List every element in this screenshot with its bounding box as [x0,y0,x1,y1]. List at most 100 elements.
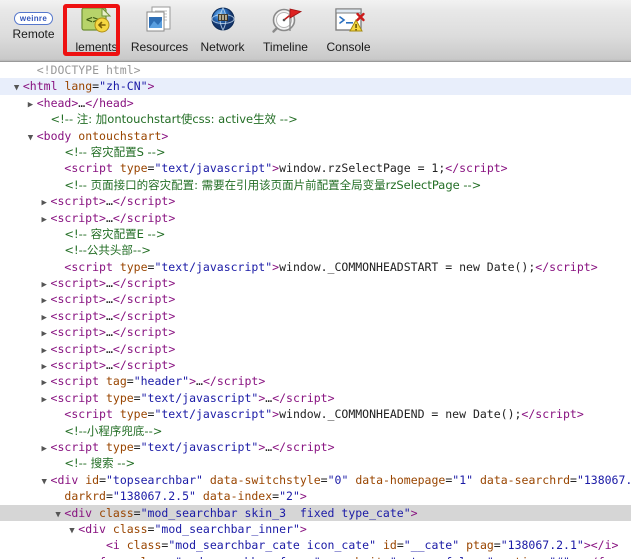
toolbar-item-remote[interactable]: weinre Remote [2,0,65,60]
dom-tree-row[interactable]: ▶ <script>…</script> [0,308,631,324]
dom-tree-row[interactable]: <!-- 注: 加ontouchstart使css: active生效 --> [0,111,631,127]
expand-triangle-right-icon[interactable]: ▶ [42,212,51,226]
code-token-tag: script [71,407,113,422]
dom-tree-row[interactable]: ▶ <script>…</script> [0,291,631,307]
toolbar-label-resources: Resources [130,40,189,54]
dom-tree-row[interactable]: <!-- 搜索 --> [0,455,631,471]
code-token-txt: = [320,472,328,487]
dom-tree-row[interactable]: <!-- 页面接口的容灾配置: 需要在引用该页面片前配置全局变量rzSelect… [0,177,631,193]
dom-tree-row[interactable]: ▶ <script>…</script> [0,210,631,226]
toolbar-item-resources[interactable]: Resources [128,0,191,60]
code-token-tag: div [71,505,93,520]
code-token-val: "return false;" [390,555,494,559]
dom-tree-row[interactable]: <script type="text/javascript">window.rz… [0,160,631,176]
expand-triangle-right-icon[interactable]: ▶ [42,375,51,389]
code-token-val: "138067.2.1" [500,538,584,553]
code-token-tag: script [57,292,100,307]
expand-triangle-right-icon[interactable]: ▶ [42,441,51,455]
dom-tree-row[interactable]: ▼ <div id="topsearchbar" data-switchstyle… [0,472,631,488]
code-token-txt: … [105,210,113,225]
code-token-punct: < [92,555,99,559]
dom-tree-row[interactable]: ▶<form class="mod_searchbar_form " onsub… [0,554,631,559]
dom-tree-row[interactable]: ▼ <html lang="zh-CN"> [0,78,631,95]
dom-tree-panel[interactable]: <!DOCTYPE html> ▼ <html lang="zh-CN"> ▶ <h… [0,62,631,559]
dom-tree-row[interactable]: ▶ <script>…</script> [0,357,631,373]
dom-tree-row[interactable]: ▼ <div class="mod_searchbar_inner"> [0,521,631,537]
expand-triangle-right-icon[interactable]: ▶ [28,97,37,111]
dom-tree-row[interactable]: ▶ <head>…</head> [0,95,631,111]
code-token-tag: head [99,95,127,110]
code-token-txt: = [383,555,390,559]
dom-tree-row[interactable]: ▼ <div class="mod_searchbar skin_3 fixed … [0,504,631,521]
code-token-tag: script [459,161,501,176]
code-token-attr: class [99,505,134,520]
code-token-txt: … [105,276,113,291]
dom-tree-row[interactable]: ▶ <script>…</script> [0,324,631,340]
expand-triangle-right-icon[interactable]: ▶ [42,326,51,340]
code-token-txt: = [126,374,134,389]
dom-tree-row[interactable]: <i class="mod_searchbar_cate icon_cate" … [0,537,631,553]
dom-tree-row[interactable]: ▼ <body ontouchstart> [0,128,631,144]
expand-triangle-down-icon[interactable]: ▼ [28,130,37,144]
dom-tree-row[interactable]: <!--小程序兜底--> [0,423,631,439]
expand-triangle-right-icon[interactable]: ▶ [42,392,51,406]
dom-tree-row[interactable]: <!DOCTYPE html> [0,62,631,78]
code-token-tag: script [57,325,100,340]
dom-tree-row[interactable]: darkrd="138067.2.5" data-index="2"> [0,488,631,504]
dom-tree-row[interactable]: ▶ <script type="text/javascript">…</scrip… [0,390,631,406]
code-token-punct: </ [112,292,127,307]
code-token-punct: < [36,95,44,110]
code-token-tag: script [71,259,113,274]
row-indent [0,358,42,372]
code-token-txt: … [105,194,113,209]
expand-triangle-right-icon[interactable]: ▶ [42,310,51,324]
expand-triangle-right-icon[interactable]: ▶ [42,277,51,291]
network-globe-icon [206,4,240,38]
code-token-punct: > [258,374,266,389]
code-token-tag: html [29,79,58,94]
weinre-badge-icon: weinre [13,12,54,25]
expand-triangle-right-icon[interactable]: ▶ [42,343,51,357]
code-token-txt: … [577,555,584,559]
code-token-punct: > [500,161,508,176]
row-indent [0,391,42,405]
toolbar-item-console[interactable]: Console [317,0,380,60]
code-token-attr: data-index [202,489,273,504]
dom-tree-row[interactable]: <!--公共头部--> [0,242,631,258]
row-indent [0,260,55,274]
dom-tree-row[interactable]: <!-- 容灾配置S --> [0,144,631,160]
expand-triangle-down-icon[interactable]: ▼ [42,474,51,488]
row-indent [0,129,28,143]
expand-triangle-right-icon[interactable]: ▶ [42,359,51,373]
code-token-val: "2" [279,489,300,504]
dom-tree-row[interactable]: ▶ <script>…</script> [0,193,631,209]
toolbar-item-elements[interactable]: <> lements [65,0,128,60]
code-token-cmt: <!--小程序兜底--> [64,423,163,438]
dom-tree-row[interactable]: ▶ <script>…</script> [0,275,631,291]
code-token-txt: … [105,325,113,340]
code-token-tag: script [57,308,100,323]
dom-tree-row[interactable]: ▶ <script>…</script> [0,341,631,357]
code-token-punct: > [410,505,418,520]
code-token-tag: script [126,194,169,209]
code-token-val: "header" [133,374,190,389]
toolbar-item-network[interactable]: Network [191,0,254,60]
expand-triangle-right-icon[interactable]: ▶ [42,293,51,307]
dom-tree-row[interactable]: ▶ <script type="text/javascript">…</scrip… [0,439,631,455]
dom-tree-row[interactable]: <script type="text/javascript">window._C… [0,259,631,275]
toolbar-item-timeline[interactable]: Timeline [254,0,317,60]
code-token-tag: script [126,308,169,323]
dom-tree-row[interactable]: ▶ <script tag="header">…</script> [0,373,631,389]
row-indent [0,522,69,536]
dom-tree-row[interactable]: <script type="text/javascript">window._C… [0,406,631,422]
expand-triangle-down-icon[interactable]: ▼ [14,80,23,94]
expand-triangle-down-icon[interactable]: ▼ [69,523,78,537]
dom-tree-row[interactable]: <!-- 容灾配置E --> [0,226,631,242]
expand-triangle-right-icon[interactable]: ▶ [42,195,51,209]
